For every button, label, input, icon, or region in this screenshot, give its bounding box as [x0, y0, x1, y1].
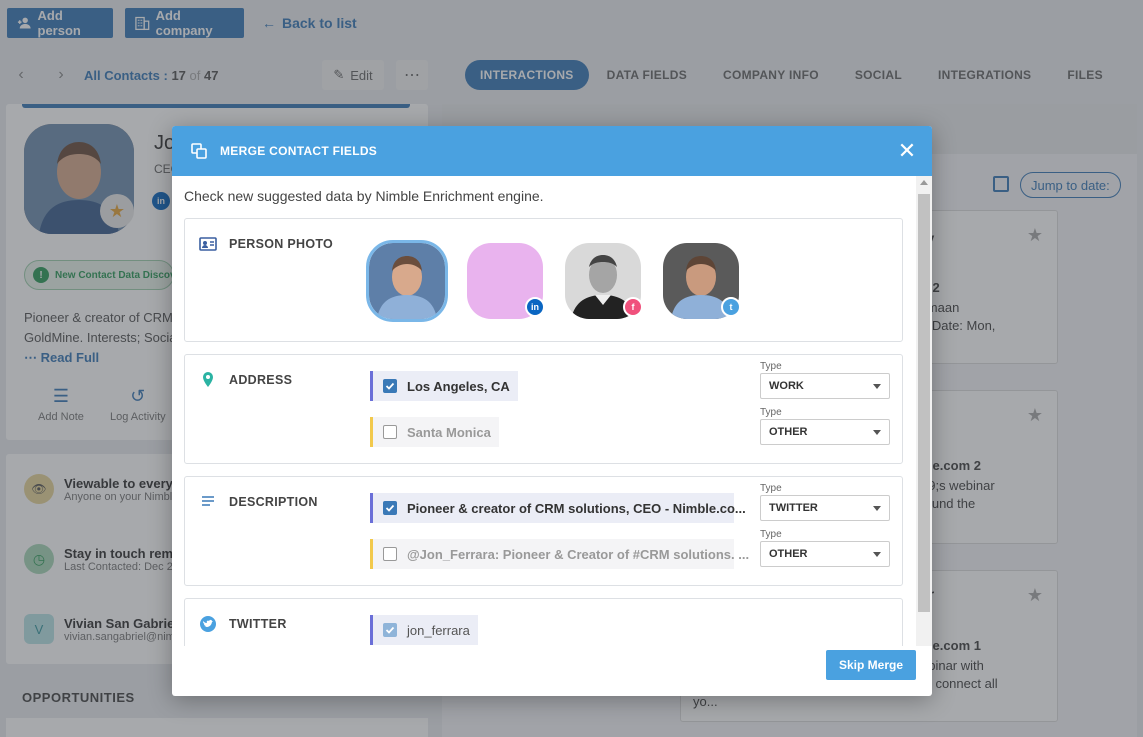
- address-type-select[interactable]: WORK: [760, 373, 890, 399]
- person-photo-section: PERSON PHOTO in f t: [184, 218, 903, 342]
- caret-down-icon: [873, 505, 881, 511]
- description-value: Pioneer & creator of CRM solutions, CEO …: [407, 500, 746, 516]
- address-option-santa-monica[interactable]: Santa Monica: [370, 417, 499, 447]
- address-value: Santa Monica: [407, 424, 491, 440]
- twitter-value: jon_ferrara: [407, 622, 470, 638]
- dialog-body: Check new suggested data by Nimble Enric…: [172, 176, 916, 646]
- select-value: WORK: [769, 380, 804, 392]
- twitter-section: TWITTER jon_ferrara: [184, 598, 903, 646]
- dialog-hint: Check new suggested data by Nimble Enric…: [184, 188, 544, 204]
- type-label: Type: [760, 407, 782, 418]
- twitter-icon: t: [721, 297, 741, 317]
- type-label: Type: [760, 529, 782, 540]
- id-card-icon: [199, 237, 217, 251]
- address-label: ADDRESS: [229, 373, 293, 387]
- description-option-twitter[interactable]: @Jon_Ferrara: Pioneer & Creator of #CRM …: [370, 539, 749, 569]
- foursquare-icon: f: [623, 297, 643, 317]
- checkbox-unchecked[interactable]: [383, 425, 397, 439]
- section-header: ADDRESS: [199, 371, 292, 389]
- description-type-select[interactable]: TWITTER: [760, 495, 890, 521]
- twitter-icon: [200, 616, 216, 632]
- dialog-scrollbar[interactable]: [916, 176, 932, 646]
- dialog-header: MERGE CONTACT FIELDS: [172, 126, 932, 176]
- checkbox-checked[interactable]: [383, 501, 397, 515]
- select-value: TWITTER: [769, 502, 818, 514]
- text-lines-icon: [202, 496, 214, 506]
- scroll-up-icon[interactable]: [920, 180, 928, 185]
- address-section: ADDRESS Los Angeles, CA Type WORK Santa …: [184, 354, 903, 464]
- description-type-select[interactable]: OTHER: [760, 541, 890, 567]
- type-label: Type: [760, 483, 782, 494]
- select-value: OTHER: [769, 548, 808, 560]
- photo-option-selected[interactable]: [366, 240, 448, 322]
- checkbox-checked[interactable]: [383, 623, 397, 637]
- description-value: @Jon_Ferrara: Pioneer & Creator of #CRM …: [407, 546, 750, 562]
- skip-merge-button[interactable]: Skip Merge: [826, 650, 916, 680]
- address-type-select[interactable]: OTHER: [760, 419, 890, 445]
- checkbox-unchecked[interactable]: [383, 547, 397, 561]
- person-photo-label: PERSON PHOTO: [229, 237, 334, 251]
- dialog-title: MERGE CONTACT FIELDS: [220, 144, 378, 158]
- caret-down-icon: [873, 551, 881, 557]
- description-label: DESCRIPTION: [229, 495, 318, 509]
- twitter-label: TWITTER: [229, 617, 287, 631]
- address-option-los-angeles[interactable]: Los Angeles, CA: [370, 371, 518, 401]
- linkedin-icon: in: [525, 297, 545, 317]
- merge-icon: [191, 143, 207, 159]
- scrollbar-thumb[interactable]: [918, 194, 930, 612]
- description-option-nimble[interactable]: Pioneer & creator of CRM solutions, CEO …: [370, 493, 746, 523]
- close-icon[interactable]: ✕: [896, 138, 918, 163]
- address-value: Los Angeles, CA: [407, 378, 510, 394]
- section-header: PERSON PHOTO: [199, 235, 333, 253]
- merge-contact-fields-dialog: MERGE CONTACT FIELDS ✕ Check new suggest…: [172, 126, 932, 696]
- checkbox-checked[interactable]: [383, 379, 397, 393]
- section-header: DESCRIPTION: [199, 493, 318, 511]
- location-pin-icon: [203, 372, 213, 387]
- caret-down-icon: [873, 429, 881, 435]
- section-header: TWITTER: [199, 615, 287, 633]
- select-value: OTHER: [769, 426, 808, 438]
- twitter-option-jon-ferrara[interactable]: jon_ferrara: [370, 615, 478, 645]
- caret-down-icon: [873, 383, 881, 389]
- description-section: DESCRIPTION Pioneer & creator of CRM sol…: [184, 476, 903, 586]
- type-label: Type: [760, 361, 782, 372]
